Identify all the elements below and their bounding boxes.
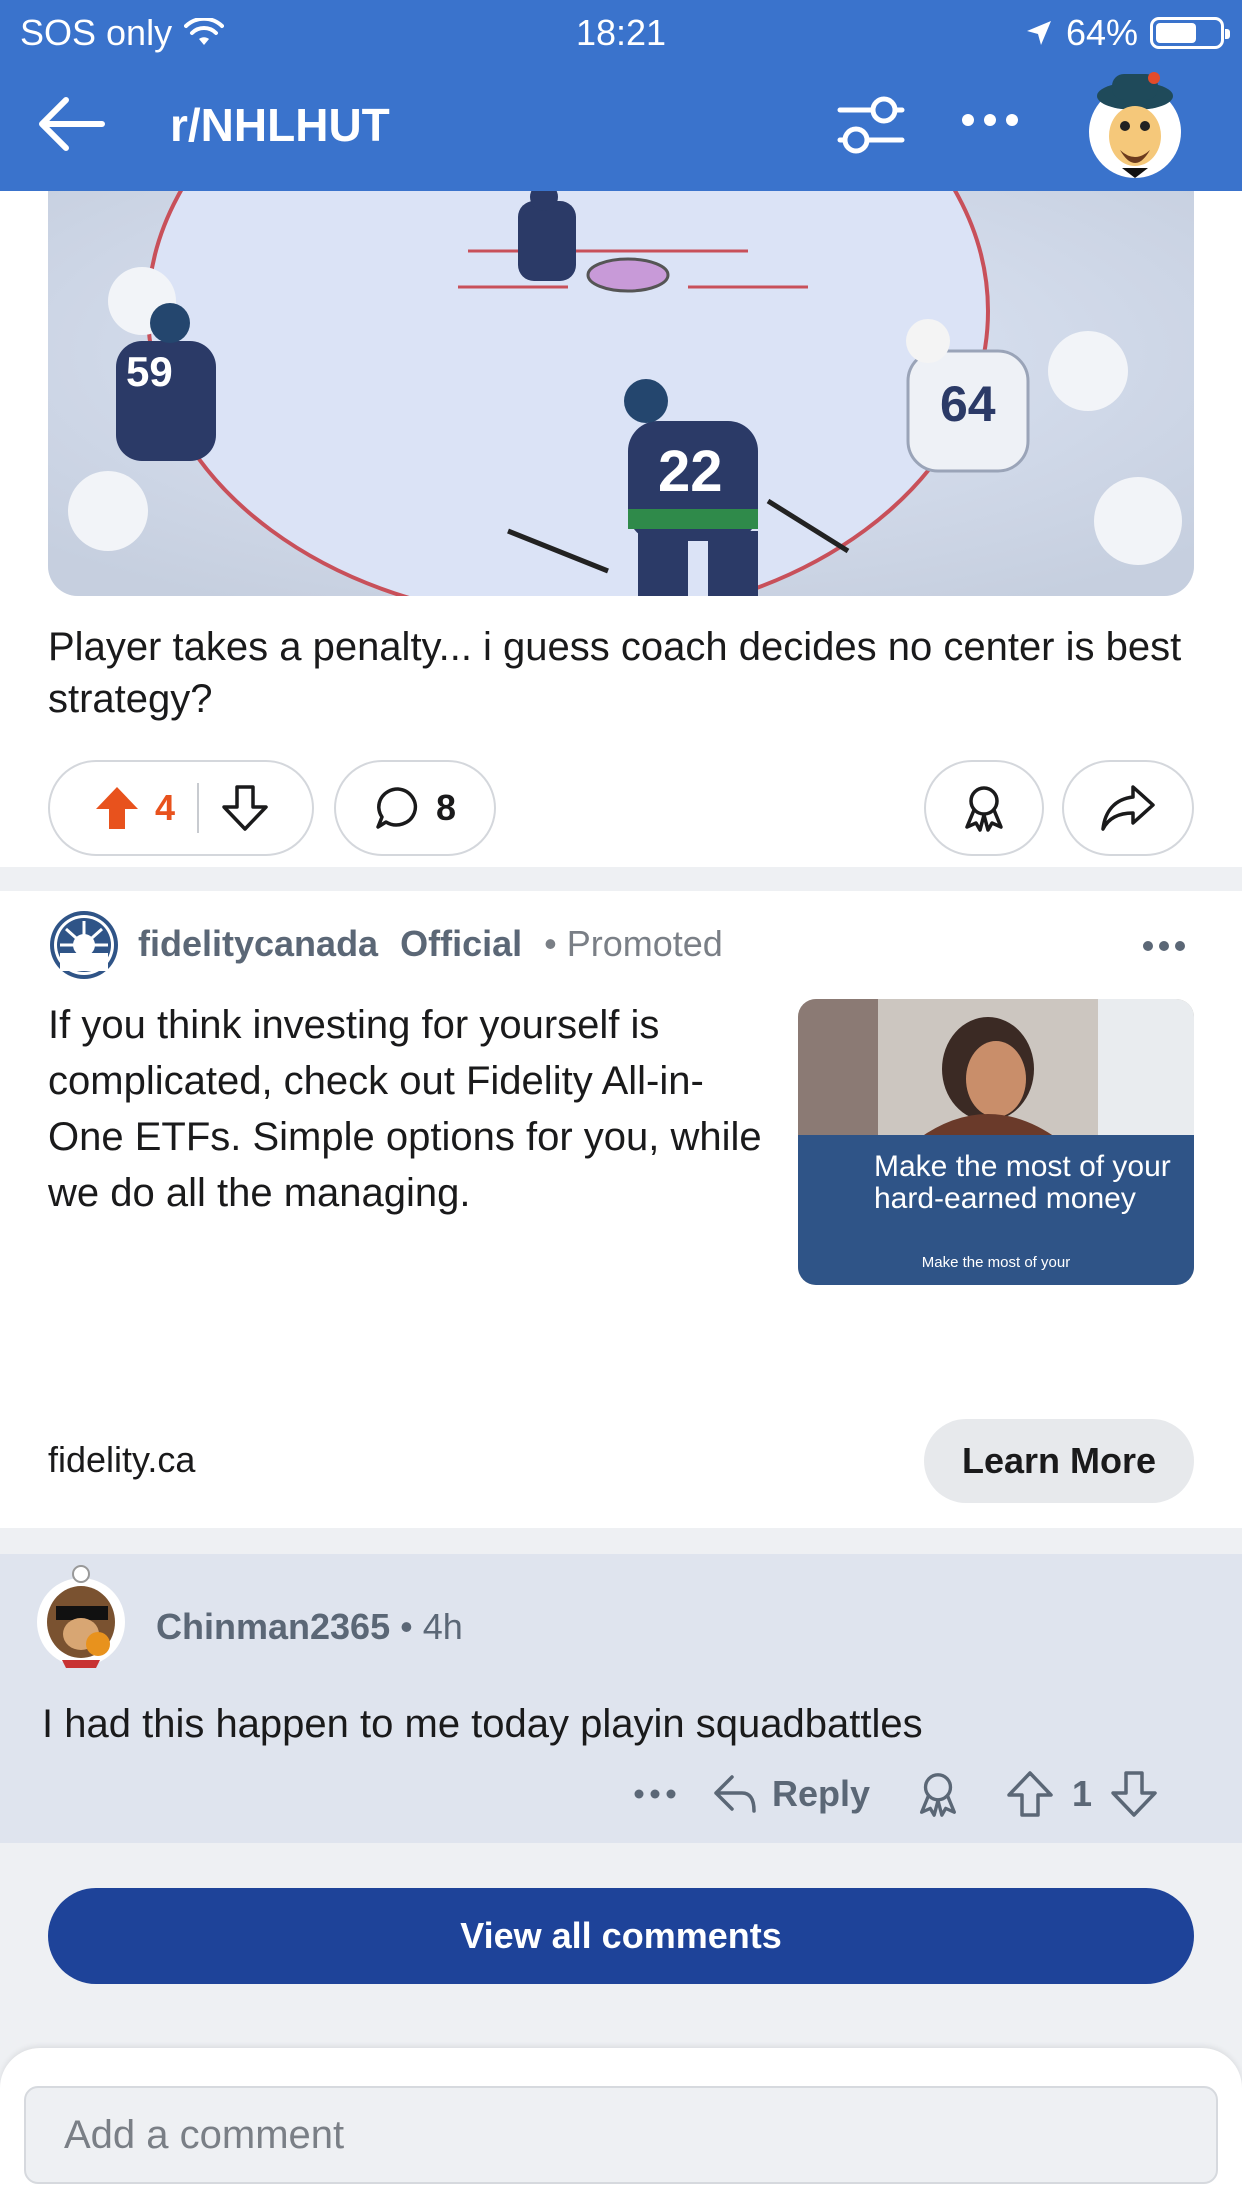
comment-score: 1 <box>1072 1773 1093 1814</box>
vote-count: 4 <box>154 787 176 828</box>
post-image[interactable]: 22 64 59 <box>48 191 1194 596</box>
ad-video-caption: Make the most of your hard-earned money … <box>798 1135 1194 1285</box>
downvote-icon[interactable] <box>221 784 269 832</box>
reply-arrow-icon <box>714 1775 756 1813</box>
post-card: 22 64 59 Player takes a penalty... i gue… <box>0 191 1242 867</box>
sliders-icon[interactable] <box>836 94 906 156</box>
status-bar: SOS only 18:21 64% <box>0 0 1242 60</box>
vote-bar: 4 <box>48 760 314 856</box>
battery-percent: 64% <box>1065 12 1138 53</box>
user-avatar[interactable] <box>1082 66 1188 180</box>
ad-username[interactable]: fidelitycanada <box>138 923 378 965</box>
more-horizontal-icon[interactable] <box>1142 939 1186 953</box>
comment: Chinman2365 • 4h I had this happen to me… <box>0 1554 1242 1843</box>
ad-video-subcaption: Make the most of your <box>921 1254 1071 1271</box>
reply-label: Reply <box>772 1773 871 1814</box>
promoted-label: • Promoted <box>544 923 723 964</box>
comment-composer: Add a comment <box>0 2048 1242 2208</box>
more-horizontal-icon[interactable] <box>960 110 1020 130</box>
location-arrow-icon <box>1026 21 1051 45</box>
jersey-number-59: 59 <box>126 348 173 395</box>
ad-video-image <box>798 999 1194 1139</box>
upvote-filled-icon[interactable] <box>93 784 141 832</box>
ad-body-text[interactable]: If you think investing for yourself is c… <box>48 997 774 1221</box>
learn-more-button[interactable]: Learn More <box>924 1419 1194 1503</box>
comments-button[interactable]: 8 <box>334 760 496 856</box>
commenter-avatar[interactable] <box>36 1560 126 1670</box>
comment-bubble-icon <box>376 787 418 829</box>
post-title[interactable]: Player takes a penalty... i guess coach … <box>48 621 1198 725</box>
comment-body[interactable]: I had this happen to me today playin squ… <box>42 1702 923 1747</box>
promoted-ad-card: fidelitycanada Official • Promoted If yo… <box>0 891 1242 1528</box>
ad-video-thumbnail[interactable]: Make the most of your hard-earned money … <box>798 999 1194 1285</box>
back-arrow-icon[interactable] <box>36 96 108 152</box>
comment-count: 8 <box>435 787 457 828</box>
subreddit-title[interactable]: r/NHLHUT <box>170 98 390 152</box>
comment-author[interactable]: Chinman2365 <box>156 1606 390 1647</box>
downvote-icon[interactable] <box>1110 1770 1158 1818</box>
comment-actions: Reply 1 <box>634 1764 1158 1824</box>
share-arrow-icon <box>1101 785 1155 831</box>
add-comment-input[interactable]: Add a comment <box>24 2086 1218 2184</box>
upvote-icon[interactable] <box>1006 1770 1054 1818</box>
ad-video-caption-text: Make the most of your hard-earned money <box>874 1150 1171 1215</box>
award-icon[interactable] <box>914 1769 962 1819</box>
nav-row: r/NHLHUT <box>0 60 1242 191</box>
share-button[interactable] <box>1062 760 1194 856</box>
fidelity-logo-icon[interactable] <box>48 909 120 981</box>
official-badge: Official <box>400 923 523 964</box>
more-horizontal-icon[interactable] <box>634 1787 676 1801</box>
reply-button[interactable]: Reply <box>712 1773 870 1815</box>
jersey-number-22: 22 <box>658 439 723 504</box>
jersey-number-64: 64 <box>940 376 996 432</box>
battery-icon <box>1150 17 1230 49</box>
award-icon <box>965 786 1003 832</box>
comment-time: • 4h <box>400 1606 463 1647</box>
ad-domain-link[interactable]: fidelity.ca <box>48 1439 195 1481</box>
comment-header: Chinman2365 • 4h <box>156 1606 463 1648</box>
vote-divider <box>197 783 200 833</box>
award-button[interactable] <box>924 760 1044 856</box>
top-bar: SOS only 18:21 64% r/NHLHUT <box>0 0 1242 191</box>
ad-header: fidelitycanada Official • Promoted <box>138 923 723 965</box>
view-all-comments-button[interactable]: View all comments <box>48 1888 1194 1984</box>
